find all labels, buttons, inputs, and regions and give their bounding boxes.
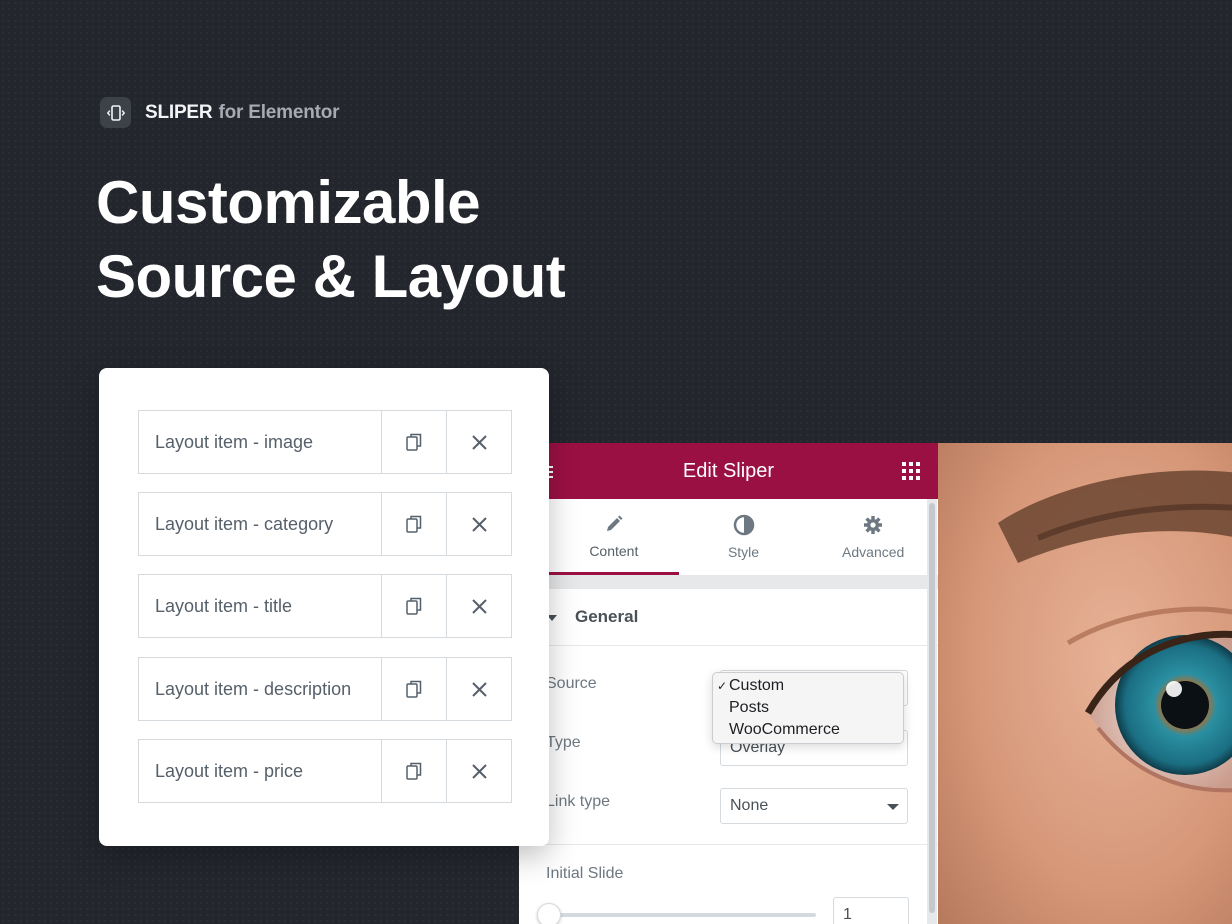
link-type-label: Link type [546, 793, 611, 810]
brand: SLIPER for Elementor [100, 97, 340, 128]
duplicate-button[interactable] [381, 493, 446, 555]
close-icon [471, 681, 487, 697]
half-circle-icon [733, 514, 755, 536]
remove-button[interactable] [446, 575, 511, 637]
close-icon [471, 598, 487, 614]
type-label: Type [546, 734, 581, 751]
close-icon [471, 516, 487, 532]
initial-slide-value: 1 [843, 906, 852, 923]
remove-button[interactable] [446, 493, 511, 555]
link-type-value: None [730, 797, 769, 814]
editor-scrollbar[interactable] [927, 499, 937, 924]
layout-item[interactable]: Layout item - image [138, 410, 512, 474]
close-icon [471, 763, 487, 779]
remove-button[interactable] [446, 740, 511, 802]
source-dropdown-menu: ✓ Custom Posts WooCommerce [712, 672, 904, 744]
copy-icon [406, 515, 422, 533]
widgets-grid-icon[interactable] [902, 462, 920, 485]
section-general-header[interactable]: General [519, 589, 938, 646]
link-type-select[interactable]: None [720, 788, 908, 824]
section-title: General [575, 607, 639, 626]
tab-advanced[interactable]: Advanced [808, 499, 938, 575]
section-divider [519, 575, 938, 589]
initial-slide-slider-handle[interactable] [537, 903, 561, 924]
initial-slide-slider-track[interactable] [546, 913, 816, 917]
duplicate-button[interactable] [381, 658, 446, 720]
source-option-label: WooCommerce [729, 721, 840, 738]
source-option-woocommerce[interactable]: WooCommerce [713, 719, 903, 741]
duplicate-button[interactable] [381, 740, 446, 802]
layout-item-label: Layout item - price [155, 760, 304, 781]
layout-item[interactable]: Layout item - price [138, 739, 512, 803]
close-icon [471, 434, 487, 450]
source-label: Source [546, 675, 597, 692]
brand-suffix: for Elementor [218, 101, 340, 123]
tab-style[interactable]: Style [679, 499, 809, 575]
tab-content-label: Content [589, 542, 639, 559]
copy-icon [406, 680, 422, 698]
source-option-custom[interactable]: ✓ Custom [713, 675, 903, 697]
source-option-posts[interactable]: Posts [713, 697, 903, 719]
editor-title: Edit Sliper [682, 459, 775, 482]
copy-icon [406, 597, 422, 615]
layout-item-label: Layout item - image [155, 431, 314, 452]
tab-content[interactable]: Content [549, 499, 679, 575]
tab-advanced-label: Advanced [842, 544, 905, 560]
remove-button[interactable] [446, 411, 511, 473]
source-option-label: Posts [729, 699, 770, 716]
editor-header: Edit Sliper [519, 443, 938, 499]
eye-illustration [938, 443, 1232, 924]
checkmark-icon: ✓ [717, 679, 728, 693]
duplicate-button[interactable] [381, 411, 446, 473]
sliper-logo-icon [100, 97, 131, 128]
copy-icon [406, 762, 422, 780]
layout-item-label: Layout item - description [155, 678, 352, 699]
tab-style-label: Style [727, 544, 760, 560]
headline-line-1: Customizable [96, 169, 481, 236]
editor-tabs: Content Style Advanced [549, 499, 938, 575]
layout-item[interactable]: Layout item - category [138, 492, 512, 556]
initial-slide-input[interactable]: 1 [833, 897, 909, 924]
gear-icon [863, 514, 883, 536]
chevron-down-icon [887, 804, 899, 810]
layout-item-label: Layout item - category [155, 513, 334, 534]
elementor-editor-panel: Edit Sliper Content Style Advanced Gener… [519, 443, 938, 924]
brand-name: SLIPER [145, 101, 213, 123]
source-option-label: Custom [729, 677, 785, 694]
headline-line-2: Source & Layout [96, 243, 566, 310]
editor-scrollbar-thumb[interactable] [929, 503, 935, 913]
headline: Customizable Source & Layout [96, 166, 566, 314]
remove-button[interactable] [446, 658, 511, 720]
eye-photo [938, 443, 1232, 924]
layout-items-card: Layout item - image Layout item - catego… [99, 368, 549, 846]
duplicate-button[interactable] [381, 575, 446, 637]
layout-item-label: Layout item - title [155, 595, 293, 616]
copy-icon [406, 433, 422, 451]
layout-item[interactable]: Layout item - description [138, 657, 512, 721]
initial-slide-field: Initial Slide 1 [519, 845, 938, 924]
initial-slide-label: Initial Slide [546, 865, 624, 882]
pencil-icon [605, 513, 623, 535]
layout-item[interactable]: Layout item - title [138, 574, 512, 638]
